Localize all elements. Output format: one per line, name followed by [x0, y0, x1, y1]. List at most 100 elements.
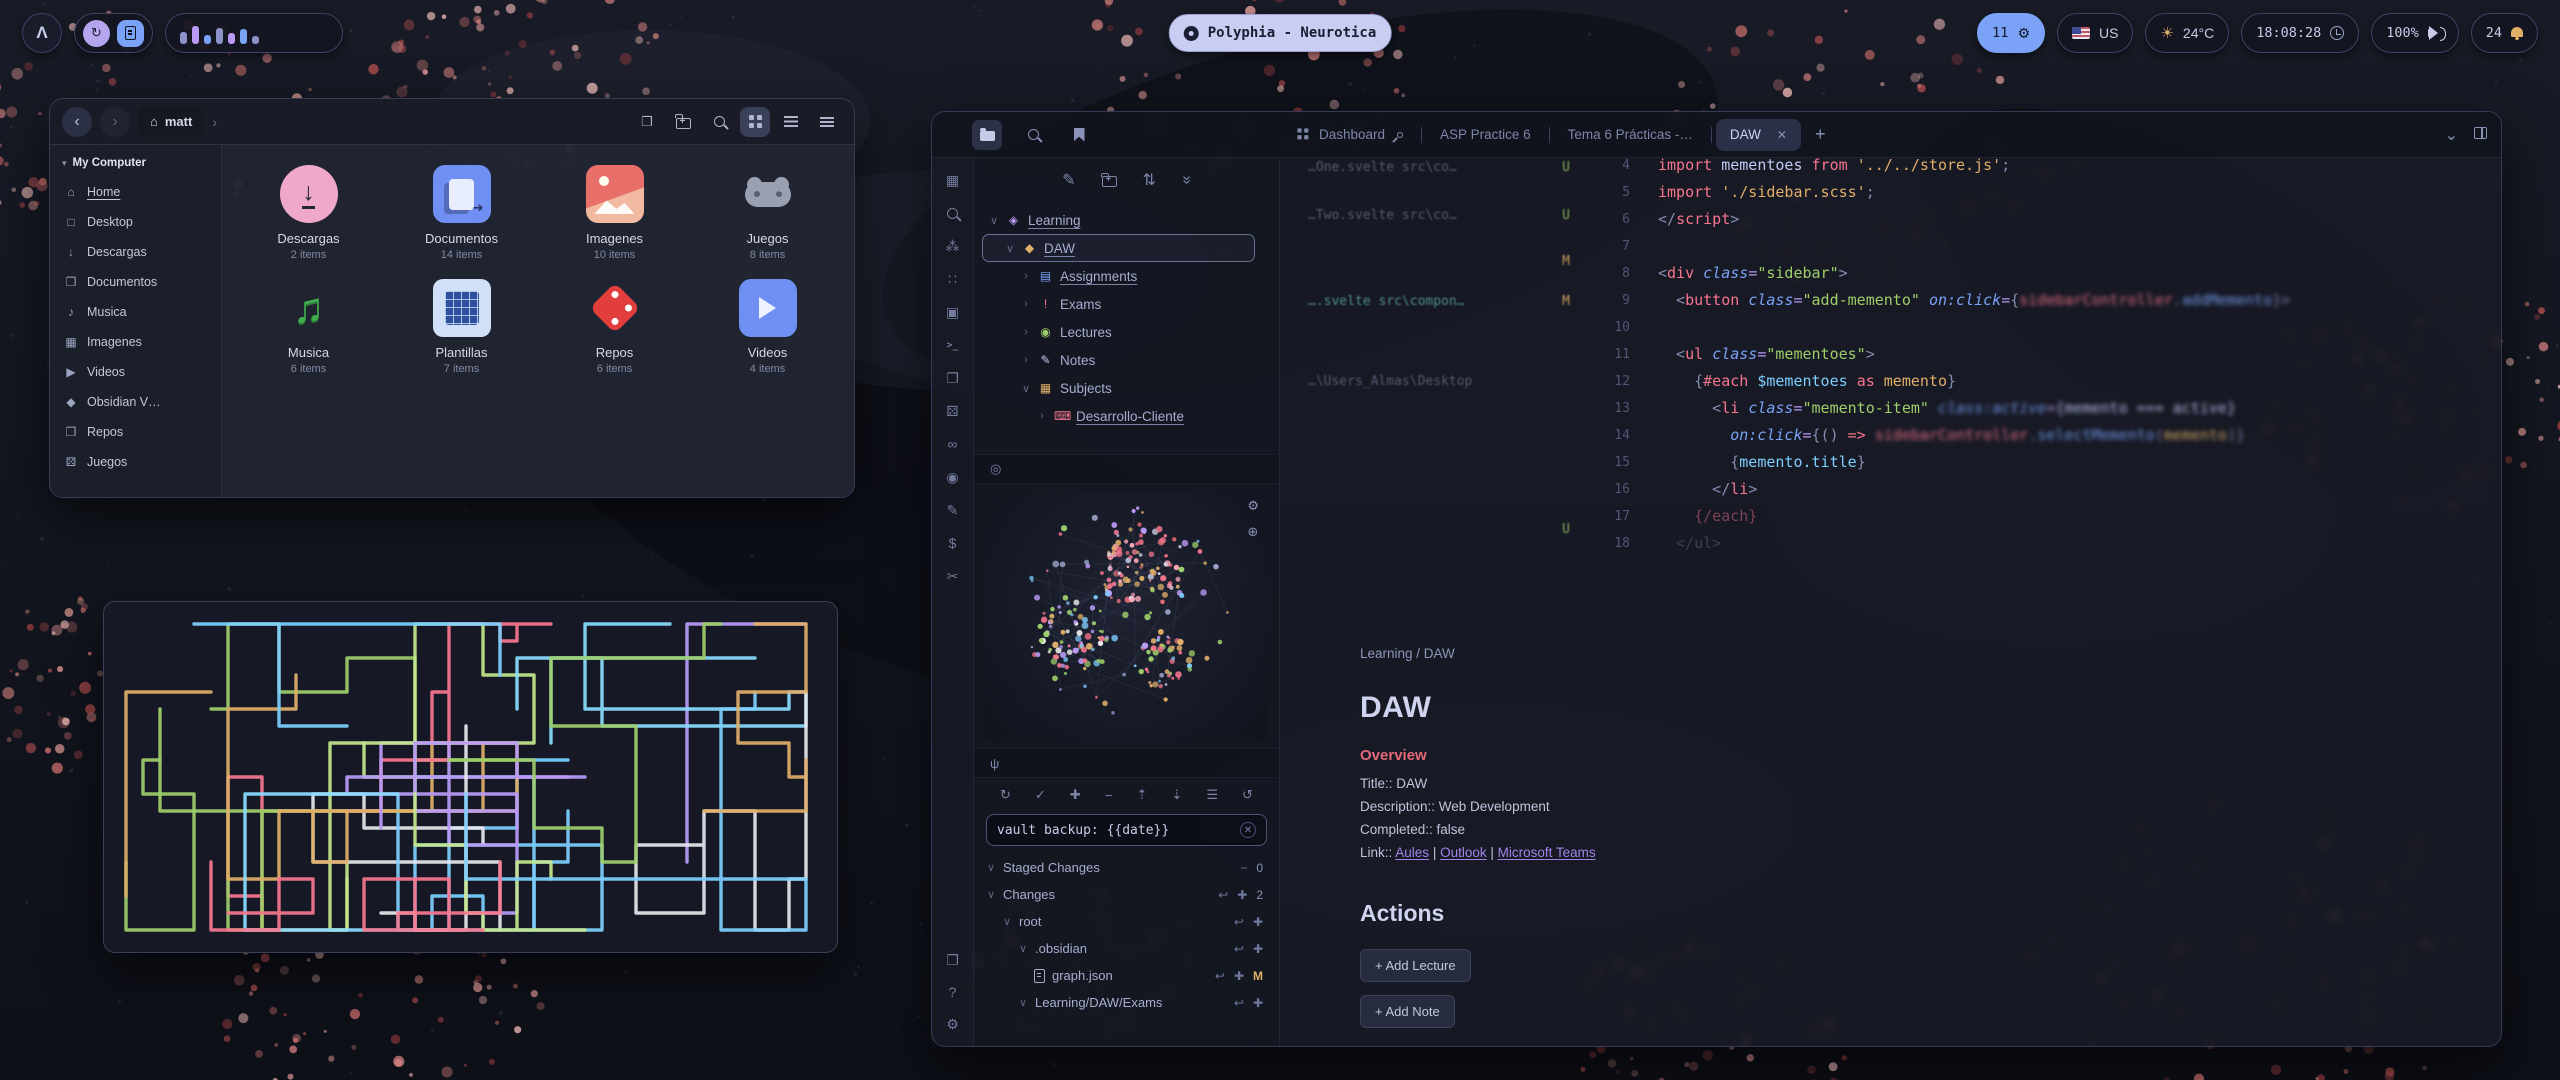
forward-button[interactable]: › — [100, 107, 130, 137]
clock-pill[interactable]: 18:08:28 — [2241, 13, 2359, 53]
discard-icon[interactable]: ↩ — [1234, 942, 1244, 956]
pull-icon[interactable]: ⇣ — [1171, 787, 1182, 803]
push-icon[interactable]: ⇡ — [1136, 787, 1147, 803]
link-icon[interactable]: ∞ — [948, 436, 958, 452]
dice-icon[interactable]: ⚄ — [946, 403, 958, 419]
sidebar-item-documentos[interactable]: ❐Documentos — [50, 267, 221, 297]
new-tab-button[interactable] — [668, 107, 698, 137]
terminal-icon[interactable]: >_ — [946, 337, 958, 353]
edit-icon[interactable]: ✎ — [947, 502, 959, 518]
tree-item-notes[interactable]: ›✎Notes — [982, 346, 1271, 374]
git-row-staged-changes[interactable]: ∨Staged Changes−0 — [974, 854, 1279, 881]
collapse-icon[interactable]: » — [1178, 176, 1194, 185]
tree-item-lectures[interactable]: ›◉Lectures — [982, 318, 1271, 346]
graph-tab-icon[interactable]: ◎ — [990, 461, 1001, 477]
split-layout-icon[interactable] — [2474, 126, 2487, 144]
tree-item-learning[interactable]: ∨◈Learning — [982, 206, 1271, 234]
launcher-button[interactable]: Λ — [22, 13, 62, 53]
new-note-icon[interactable]: ✎ — [1062, 172, 1075, 188]
sidebar-item-descargas[interactable]: ↓Descargas — [50, 237, 221, 267]
list-view-button[interactable] — [776, 107, 806, 137]
tree-item-desarrollo-cliente[interactable]: ›⌨Desarrollo-Cliente — [982, 402, 1271, 430]
git-tab-icon[interactable]: ψ — [990, 756, 999, 771]
sidebar-section-title[interactable]: ▾ My Computer — [50, 155, 221, 177]
tree-item-exams[interactable]: ›!Exams — [982, 290, 1271, 318]
sidebar-tab-bookmarks[interactable] — [1064, 120, 1094, 150]
git-row-obsidian[interactable]: ∨.obsidian↩✚ — [974, 935, 1279, 962]
close-tab-icon[interactable]: ✕ — [1777, 128, 1787, 142]
note-button-add-note[interactable]: + Add Note — [1360, 995, 1455, 1028]
expand-icon[interactable]: ❒ — [946, 952, 959, 968]
commit-message-input[interactable] — [997, 823, 1232, 838]
canvas-icon[interactable]: ∷ — [948, 271, 957, 287]
sidebar-tab-files[interactable] — [972, 120, 1002, 150]
note-button-add-lecture[interactable]: + Add Lecture — [1360, 949, 1471, 982]
stage-icon[interactable]: ✚ — [1253, 942, 1263, 956]
scissors-icon[interactable]: ✂ — [947, 568, 959, 584]
git-row-root[interactable]: ∨root↩✚ — [974, 908, 1279, 935]
currency-icon[interactable]: $ — [949, 535, 957, 551]
menu-button[interactable] — [812, 107, 842, 137]
change-layout-icon[interactable]: ☰ — [1206, 787, 1218, 803]
folder-downloads[interactable]: ↓Descargas2 items — [232, 159, 385, 261]
sidebar-item-juegos[interactable]: ⚄Juegos — [50, 447, 221, 477]
sidebar-item-musica[interactable]: ♪Musica — [50, 297, 221, 327]
volume-pill[interactable]: 100% — [2371, 13, 2459, 53]
stage-icon[interactable]: ✚ — [1253, 996, 1263, 1010]
sidebar-tab-search[interactable] — [1018, 120, 1048, 150]
breadcrumb[interactable]: ⌂ matt — [138, 107, 204, 137]
weather-pill[interactable]: ☀24°C — [2145, 13, 2229, 53]
graph-settings-icon[interactable]: ⚙ — [1247, 498, 1259, 514]
stage-icon[interactable]: ✚ — [1253, 915, 1263, 929]
discard-icon[interactable]: ↩ — [1215, 969, 1225, 983]
tree-item-daw[interactable]: ∨◆DAW — [982, 234, 1255, 262]
minus-icon[interactable]: − — [1240, 861, 1247, 875]
quick-switcher-icon[interactable]: ▦ — [946, 172, 959, 188]
now-playing-pill[interactable]: Polyphia - Neurotica — [1169, 14, 1392, 52]
folder-games[interactable]: Juegos8 items — [691, 159, 844, 261]
search-button[interactable] — [704, 107, 734, 137]
search-icon[interactable] — [947, 205, 958, 221]
stage-all-icon[interactable]: ✚ — [1070, 787, 1081, 803]
sidebar-item-imagenes[interactable]: ▦Imagenes — [50, 327, 221, 357]
sidebar-item-desktop[interactable]: □Desktop — [50, 207, 221, 237]
stage-icon[interactable]: ✚ — [1234, 969, 1244, 983]
note-link-aules[interactable]: Aules — [1395, 845, 1429, 860]
calendar-icon[interactable]: ▣ — [946, 304, 959, 320]
backup-icon[interactable]: ↻ — [1000, 787, 1011, 803]
folder-documents[interactable]: ➜Documentos14 items — [385, 159, 538, 261]
power-orb-icon[interactable]: ↻ — [83, 20, 110, 47]
folder-images[interactable]: Imagenes10 items — [538, 159, 691, 261]
tab-daw[interactable]: DAW✕ — [1716, 119, 1801, 151]
grid-view-button[interactable] — [740, 107, 770, 137]
note-link-microsoft-teams[interactable]: Microsoft Teams — [1498, 845, 1596, 860]
tab-list-chevron-icon[interactable]: ⌄ — [2445, 125, 2458, 145]
keyboard-layout-pill[interactable]: US — [2057, 13, 2133, 53]
git-row-learning-daw-exams[interactable]: ∨Learning/DAW/Exams↩✚ — [974, 989, 1279, 1016]
unstage-all-icon[interactable]: − — [1105, 787, 1113, 803]
widgets-pill[interactable]: ↻ — [74, 13, 153, 53]
help-icon[interactable]: ? — [949, 984, 957, 1000]
editor-area[interactable]: …One.svelte src\co…U…Two.svelte src\co…U… — [1280, 158, 2501, 1046]
discard-icon[interactable]: ↩ — [1218, 888, 1228, 902]
new-tab-button[interactable]: + — [1815, 124, 1826, 145]
graph-focus-icon[interactable]: ⊕ — [1247, 524, 1259, 540]
clear-message-icon[interactable]: ✕ — [1240, 822, 1256, 838]
refresh-icon[interactable]: ↺ — [1242, 787, 1253, 803]
note-link-outlook[interactable]: Outlook — [1440, 845, 1487, 860]
tree-item-subjects[interactable]: ∨▦Subjects — [982, 374, 1271, 402]
folder-repos[interactable]: Repos6 items — [538, 273, 691, 375]
tab-dashboard[interactable]: Dashboard — [1282, 119, 1417, 151]
camera-icon[interactable]: ◉ — [946, 469, 958, 485]
folder-templates[interactable]: Plantillas7 items — [385, 273, 538, 375]
sidebar-item-home[interactable]: ⌂Home — [50, 177, 221, 207]
graph-icon[interactable]: ⁂ — [946, 238, 960, 254]
git-row-changes[interactable]: ∨Changes↩✚2 — [974, 881, 1279, 908]
split-view-button[interactable]: ❐ — [632, 107, 662, 137]
visualizer-pill[interactable] — [165, 13, 343, 53]
folder-videos[interactable]: Videos4 items — [691, 273, 844, 375]
discard-icon[interactable]: ↩ — [1234, 996, 1244, 1010]
notes-orb-icon[interactable] — [117, 20, 144, 47]
stage-icon[interactable]: ✚ — [1237, 888, 1247, 902]
tab-tema-6-pr-cticas[interactable]: Tema 6 Prácticas -… — [1554, 119, 1707, 151]
